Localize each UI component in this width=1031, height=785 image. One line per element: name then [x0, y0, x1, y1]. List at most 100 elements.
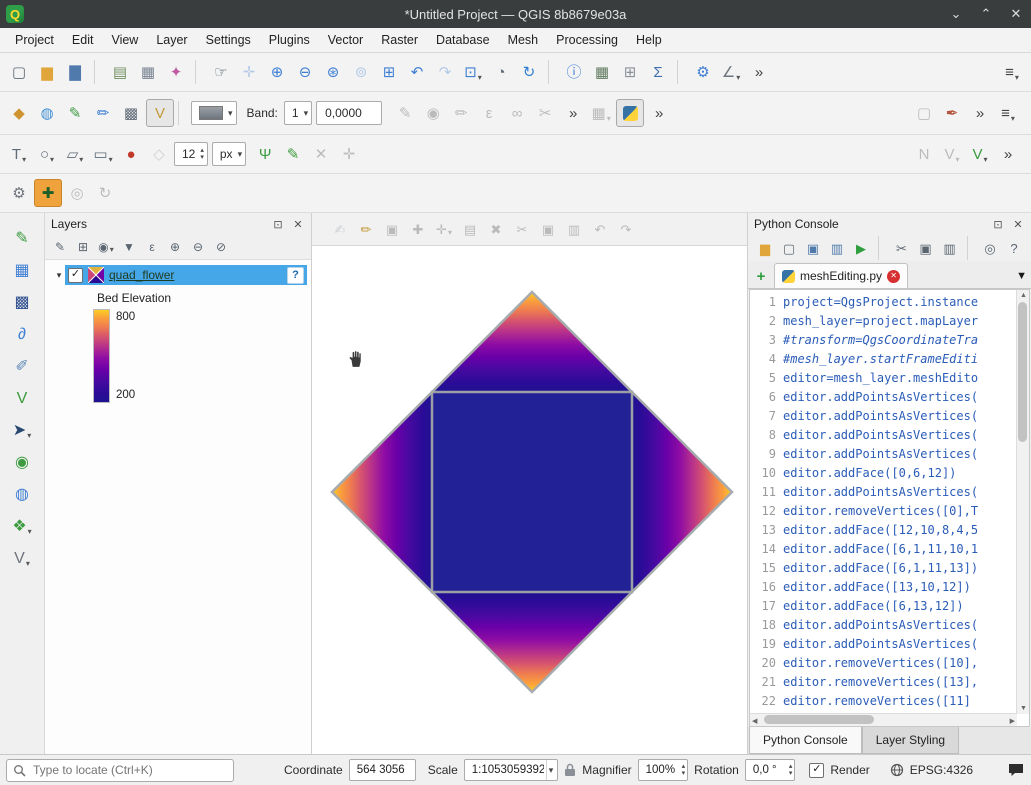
code-editor[interactable]: 1 project=QgsProject.instance 2 mesh_lay…: [749, 289, 1030, 727]
scale-input[interactable]: [470, 763, 546, 777]
tab-mesh-editing[interactable]: meshEditing.py ✕: [774, 263, 908, 288]
digitize-mesh-icon[interactable]: ✎: [62, 100, 88, 126]
toggle-editing-icon[interactable]: ✏: [354, 218, 378, 240]
layer-visibility-checkbox[interactable]: ✓: [68, 268, 83, 283]
symbology-combo[interactable]: ▾: [191, 101, 237, 125]
layer-item-quad-flower[interactable]: ✓ quad_flower ?: [65, 265, 307, 285]
annotation-pen-icon[interactable]: ✒: [939, 100, 965, 126]
find-text-icon[interactable]: ◎: [979, 237, 1001, 259]
band-spinner[interactable]: 1▾: [284, 101, 312, 125]
settings-gear-icon[interactable]: ⚙: [6, 180, 32, 206]
menu-plugins[interactable]: Plugins: [260, 28, 319, 52]
georeferencer-icon[interactable]: ◉: [7, 451, 37, 475]
horizontal-scrollbar[interactable]: ◀ ▶: [750, 713, 1017, 726]
scroll-up-icon[interactable]: ▲: [1020, 292, 1027, 299]
layer-crs-badge[interactable]: ?: [287, 267, 304, 284]
link-icon[interactable]: ◎: [64, 180, 90, 206]
node-icon[interactable]: ◇: [146, 141, 172, 167]
float-panel-button[interactable]: ⊡: [271, 217, 285, 231]
open-attribute-table-icon[interactable]: ▦: [589, 59, 615, 85]
plugins-overflow-icon[interactable]: »: [646, 100, 672, 126]
mesh-overflow-icon[interactable]: »: [560, 100, 586, 126]
scrollbar-thumb[interactable]: [764, 715, 874, 724]
close-panel-button[interactable]: ✕: [291, 217, 305, 231]
pan-map-icon[interactable]: ☞: [208, 59, 234, 85]
open-script-icon[interactable]: ▆: [754, 237, 776, 259]
menu-layer[interactable]: Layer: [147, 28, 196, 52]
delete-annotation-icon[interactable]: ✕: [308, 141, 334, 167]
save-as-icon[interactable]: ▥: [826, 237, 848, 259]
mesh-selection-icon[interactable]: ▩: [7, 291, 37, 315]
modify-attributes-icon[interactable]: ▤: [458, 218, 482, 240]
topology-icon[interactable]: ∞: [504, 100, 530, 126]
scrollbar-thumb[interactable]: [1018, 302, 1027, 442]
python-console-icon[interactable]: [616, 99, 644, 127]
vertex-tool-icon[interactable]: ✛: [432, 218, 456, 240]
new-project-icon[interactable]: ▢: [6, 59, 32, 85]
open-project-icon[interactable]: ▆: [34, 59, 60, 85]
processing-toolbox-icon[interactable]: ⚙: [690, 59, 716, 85]
select-mesh-elements-icon[interactable]: ◉: [420, 100, 446, 126]
shape-tools-icon[interactable]: ❖: [7, 515, 37, 539]
map-themes-icon[interactable]: ◉: [96, 237, 116, 257]
mesh-calculator-icon[interactable]: ◆: [6, 100, 32, 126]
point-annotation-icon[interactable]: ○: [34, 141, 60, 167]
line-annotation-icon[interactable]: ▱: [62, 141, 88, 167]
vertex-tool-mesh-icon[interactable]: V: [146, 99, 174, 127]
menu-vector[interactable]: Vector: [319, 28, 372, 52]
coordinate-box[interactable]: [349, 759, 416, 781]
refresh-icon[interactable]: ↻: [516, 59, 542, 85]
move-annotation-icon[interactable]: ✎: [280, 141, 306, 167]
zoom-out-icon[interactable]: ⊖: [292, 59, 318, 85]
expand-all-icon[interactable]: ⊕: [165, 237, 185, 257]
toolbar-options-icon[interactable]: ≡: [999, 59, 1025, 85]
expand-arrow-icon[interactable]: ▾: [53, 270, 65, 281]
scroll-down-icon[interactable]: ▼: [1020, 705, 1027, 712]
vector-tools-icon[interactable]: V: [7, 547, 37, 571]
digitize-disabled-icon[interactable]: ✎: [392, 100, 418, 126]
current-edits-icon[interactable]: ✍: [328, 218, 352, 240]
label-v1-icon[interactable]: V: [939, 141, 965, 167]
menu-raster[interactable]: Raster: [372, 28, 427, 52]
map-canvas[interactable]: [312, 246, 747, 754]
menu-help[interactable]: Help: [627, 28, 671, 52]
web-globe-icon[interactable]: ◍: [7, 483, 37, 507]
locate-input[interactable]: [31, 762, 227, 778]
cut-features-icon[interactable]: ✂: [510, 218, 534, 240]
save-project-icon[interactable]: ▇: [62, 59, 88, 85]
mesh-reindex-icon[interactable]: ◍: [34, 100, 60, 126]
titlebar[interactable]: Q *Untitled Project — QGIS 8b8679e03a ⌄⌃…: [0, 0, 1031, 28]
menu-edit[interactable]: Edit: [63, 28, 103, 52]
crs-status[interactable]: EPSG:4326: [910, 763, 973, 777]
style-manager-icon[interactable]: ✦: [163, 59, 189, 85]
paste-icon[interactable]: ▥: [939, 237, 961, 259]
copy-features-icon[interactable]: ▣: [536, 218, 560, 240]
label-v2-icon[interactable]: V: [967, 141, 993, 167]
filter-legend-icon[interactable]: ▼: [119, 237, 139, 257]
new-map-view-icon[interactable]: ⊡: [460, 59, 486, 85]
toolbar-overflow-icon[interactable]: »: [746, 59, 772, 85]
chevron-down-icon[interactable]: ▾: [546, 760, 556, 780]
add-annotation-icon[interactable]: ✚: [34, 179, 62, 207]
render-checkbox[interactable]: ✓: [809, 763, 824, 778]
spin-arrows-icon[interactable]: ▴▾: [682, 763, 686, 777]
collapse-all-icon[interactable]: ⊖: [188, 237, 208, 257]
edit-mesh-icon[interactable]: ✏: [90, 100, 116, 126]
help-icon[interactable]: ?: [1003, 237, 1025, 259]
branch-tool-icon[interactable]: Ψ: [252, 141, 278, 167]
tab-layer-styling[interactable]: Layer Styling: [862, 727, 959, 754]
undo-icon[interactable]: ↶: [588, 218, 612, 240]
select-features-grid-icon[interactable]: ▦: [7, 259, 37, 283]
zoom-in-icon[interactable]: ⊕: [264, 59, 290, 85]
polygon-v-icon[interactable]: V: [7, 387, 37, 411]
identify-features-icon[interactable]: ⓘ: [561, 59, 587, 85]
value-field[interactable]: 0,0000: [316, 101, 382, 125]
run-script-icon[interactable]: ▶: [850, 237, 872, 259]
size-spinner[interactable]: 12▴▾: [174, 142, 208, 166]
mesh-options-icon[interactable]: ▦: [588, 100, 614, 126]
scroll-left-icon[interactable]: ◀: [752, 717, 757, 725]
tab-python-console[interactable]: Python Console: [749, 727, 862, 754]
label-overflow-icon[interactable]: »: [995, 141, 1021, 167]
magnifier-input[interactable]: [644, 763, 682, 777]
menu-mesh[interactable]: Mesh: [499, 28, 548, 52]
